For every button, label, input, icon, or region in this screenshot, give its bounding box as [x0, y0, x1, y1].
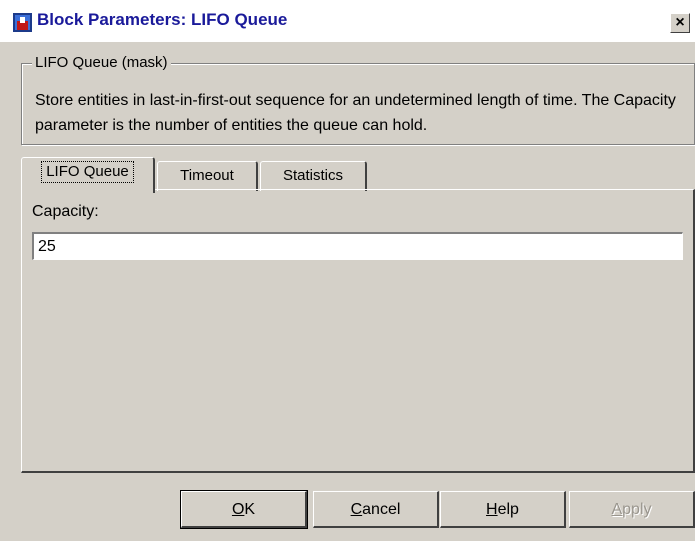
help-mnemonic: H: [486, 500, 498, 518]
ok-button[interactable]: OK: [180, 490, 308, 529]
tab-lifo-queue[interactable]: LIFO Queue: [21, 157, 155, 193]
capacity-label: Capacity:: [32, 203, 99, 220]
capacity-input[interactable]: [32, 232, 683, 260]
mask-description: Store entities in last-in-first-out sequ…: [35, 92, 676, 134]
cancel-label-rest: ancel: [362, 500, 401, 518]
tab-label: LIFO Queue: [41, 161, 134, 183]
ok-label-rest: K: [244, 500, 256, 518]
group-legend: LIFO Queue (mask): [32, 54, 171, 71]
close-icon: ×: [675, 14, 685, 31]
ok-mnemonic: O: [231, 500, 245, 518]
cancel-mnemonic: C: [350, 500, 363, 518]
apply-mnemonic: A: [611, 500, 623, 518]
apply-button[interactable]: Apply: [569, 491, 695, 528]
simulink-block-icon: [13, 13, 32, 32]
help-button[interactable]: Help: [440, 491, 566, 528]
cancel-button[interactable]: Cancel: [313, 491, 439, 528]
help-label-rest: elp: [497, 500, 519, 518]
apply-label-rest: pply: [622, 500, 652, 518]
tab-label: Timeout: [180, 167, 234, 184]
window-title: Block Parameters: LIFO Queue: [37, 10, 288, 29]
tab-statistics[interactable]: Statistics: [260, 161, 367, 191]
title-bar[interactable]: Block Parameters: LIFO Queue ×: [0, 0, 695, 42]
tab-timeout[interactable]: Timeout: [157, 161, 258, 191]
close-button[interactable]: ×: [670, 13, 690, 33]
tab-label: Statistics: [282, 167, 343, 184]
